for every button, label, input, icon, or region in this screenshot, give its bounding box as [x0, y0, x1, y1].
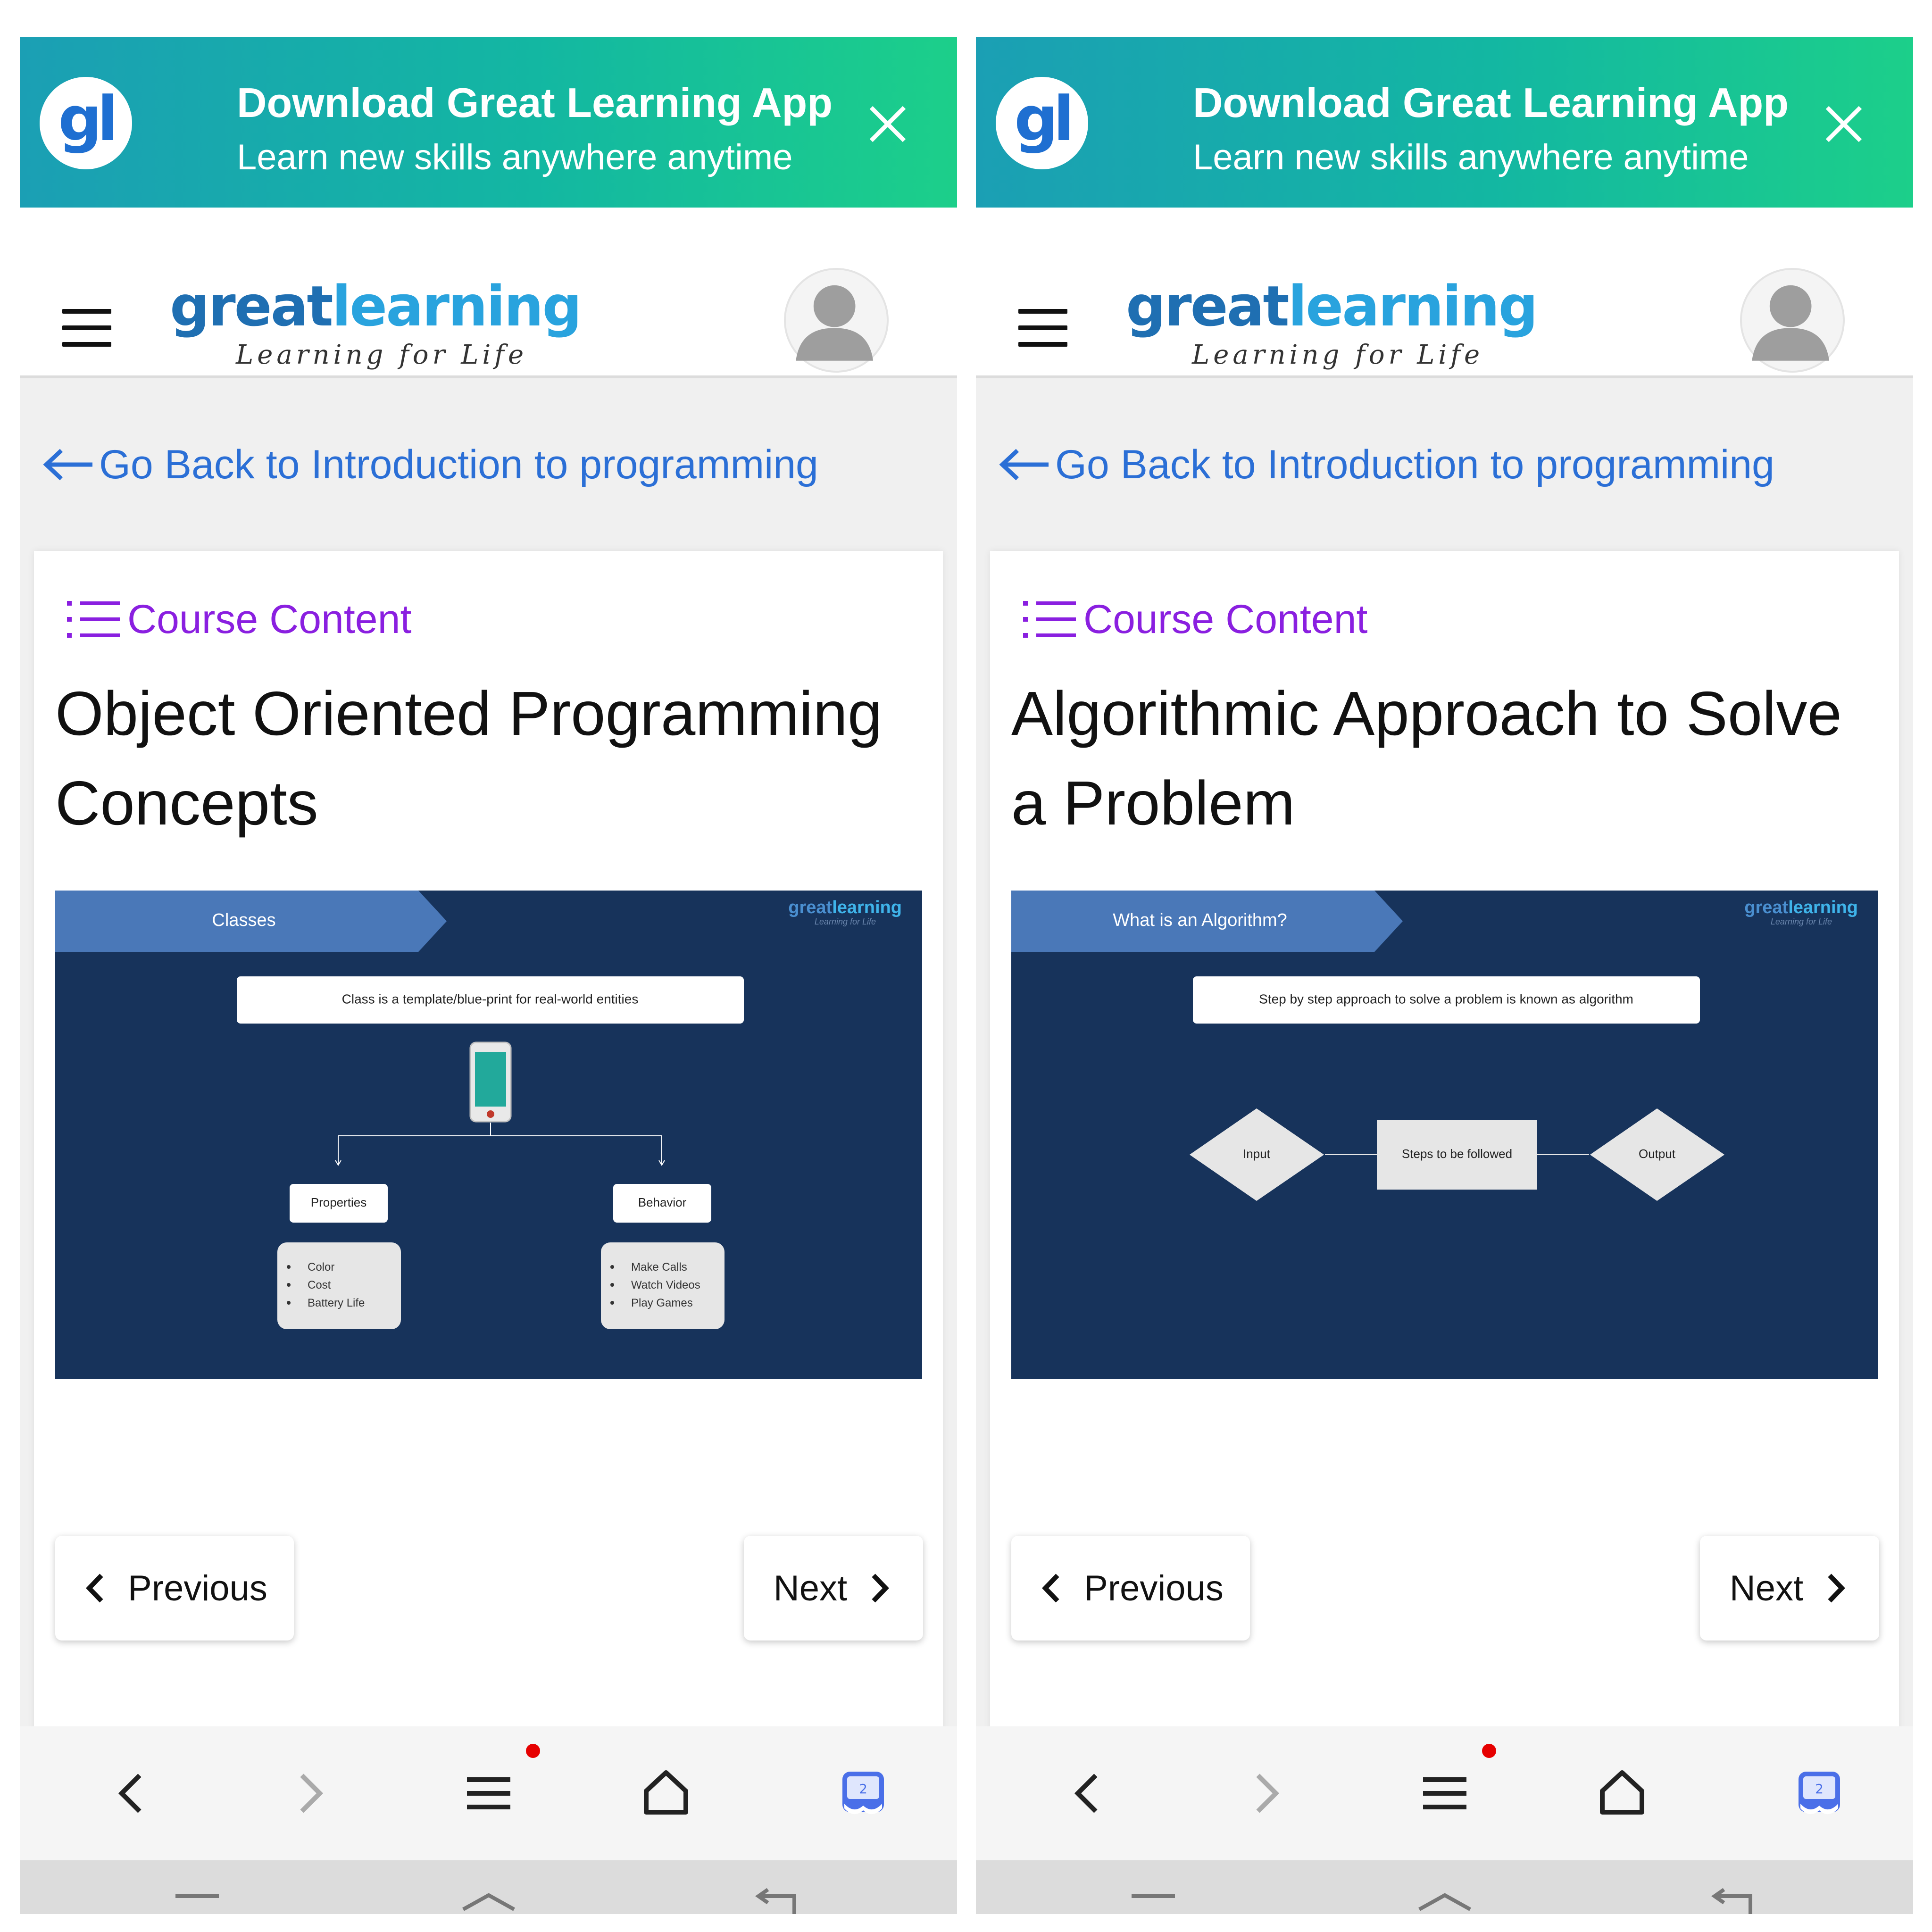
hamburger-menu-icon[interactable] — [62, 309, 111, 347]
browser-forward-icon[interactable] — [281, 1765, 338, 1822]
user-avatar[interactable] — [784, 268, 889, 373]
recent-apps-icon[interactable] — [169, 1879, 225, 1914]
app-download-banner[interactable]: gl Download Great Learning App Learn new… — [20, 37, 957, 208]
home-icon[interactable] — [638, 1765, 694, 1822]
slide-header: What is an Algorithm? — [1113, 910, 1287, 930]
slide-brand-tagline: Learning for Life — [1771, 917, 1832, 926]
logo-tagline: Learning for Life — [236, 340, 528, 370]
chevron-left-icon — [86, 1574, 103, 1603]
notification-dot — [526, 1744, 540, 1758]
site-header: greatlearning Learning for Life — [976, 208, 1913, 378]
chevron-right-icon — [1828, 1574, 1846, 1603]
list-item: Cost — [308, 1279, 331, 1291]
lesson-card: Course Content Algorithmic Approach to S… — [990, 551, 1899, 1914]
user-silhouette-icon — [796, 285, 874, 361]
browser-toolbar: 2 — [976, 1726, 1913, 1860]
slide-brand: greatlearning — [788, 898, 902, 917]
lesson-slide: What is an Algorithm? greatlearning Lear… — [1011, 891, 1878, 1379]
chevron-right-icon — [872, 1574, 890, 1603]
phone-screen-left: gl Download Great Learning App Learn new… — [20, 37, 957, 1914]
lesson-slide: Classes greatlearning Learning for Life … — [55, 891, 922, 1379]
slide-brand: greatlearning — [1744, 898, 1858, 917]
flow-steps-label: Steps to be followed — [1402, 1147, 1512, 1161]
definition-text: Class is a template/blue-print for real-… — [342, 991, 639, 1006]
home-gesture-icon[interactable] — [460, 1879, 517, 1914]
home-gesture-icon[interactable] — [1416, 1879, 1473, 1914]
behavior-label: Behavior — [638, 1195, 687, 1209]
tab-count: 2 — [1815, 1781, 1824, 1797]
flow-output-label: Output — [1639, 1147, 1676, 1161]
list-item: Battery Life — [308, 1297, 365, 1309]
banner-title: Download Great Learning App — [1193, 79, 1789, 126]
properties-list-box — [277, 1242, 401, 1329]
browser-menu-icon[interactable] — [460, 1765, 517, 1822]
banner-subtitle: Learn new skills anywhere anytime — [237, 137, 793, 177]
slide-brand-tagline: Learning for Life — [815, 917, 876, 926]
next-button[interactable]: Next — [1700, 1536, 1879, 1641]
browser-toolbar: 2 — [20, 1726, 957, 1860]
system-navigation-bar — [976, 1860, 1913, 1914]
user-avatar[interactable] — [1740, 268, 1845, 373]
back-gesture-icon[interactable] — [749, 1879, 806, 1914]
close-icon[interactable] — [1823, 103, 1865, 145]
tab-count: 2 — [859, 1781, 867, 1797]
close-icon[interactable] — [866, 103, 909, 145]
home-icon[interactable] — [1594, 1765, 1650, 1822]
previous-button[interactable]: Previous — [55, 1536, 294, 1641]
chevron-left-icon — [1042, 1574, 1059, 1603]
lesson-card: Course Content Object Oriented Programmi… — [34, 551, 943, 1914]
go-back-link[interactable]: Go Back to Introduction to programming — [999, 439, 1774, 491]
next-button[interactable]: Next — [744, 1536, 923, 1641]
list-icon — [1023, 601, 1076, 638]
app-download-banner[interactable]: gl Download Great Learning App Learn new… — [976, 37, 1913, 208]
arrow-left-icon — [43, 449, 92, 481]
properties-label: Properties — [311, 1195, 367, 1209]
browser-back-icon[interactable] — [104, 1765, 160, 1822]
flow-input-label: Input — [1243, 1147, 1271, 1161]
great-learning-logo[interactable]: greatlearning — [170, 278, 582, 334]
definition-text: Step by step approach to solve a problem… — [1259, 991, 1633, 1006]
back-gesture-icon[interactable] — [1705, 1879, 1762, 1914]
recent-apps-icon[interactable] — [1125, 1879, 1182, 1914]
list-item: Color — [308, 1261, 334, 1274]
system-navigation-bar — [20, 1860, 957, 1914]
browser-back-icon[interactable] — [1060, 1765, 1116, 1822]
list-icon — [67, 601, 120, 638]
banner-title: Download Great Learning App — [237, 79, 833, 126]
notification-dot — [1482, 1744, 1496, 1758]
great-learning-logo[interactable]: greatlearning — [1126, 278, 1538, 334]
logo-tagline: Learning for Life — [1192, 340, 1484, 370]
arrow-left-icon — [999, 449, 1049, 481]
list-item: Watch Videos — [631, 1279, 700, 1291]
previous-button[interactable]: Previous — [1011, 1536, 1250, 1641]
tabs-icon[interactable]: 2 — [1791, 1765, 1848, 1822]
list-item: Make Calls — [631, 1261, 687, 1274]
tree-connectors — [335, 1123, 665, 1166]
great-learning-app-logo: gl — [40, 77, 132, 169]
browser-forward-icon[interactable] — [1237, 1765, 1294, 1822]
hamburger-menu-icon[interactable] — [1018, 309, 1067, 347]
great-learning-app-logo: gl — [996, 77, 1088, 169]
browser-menu-icon[interactable] — [1416, 1765, 1473, 1822]
go-back-link[interactable]: Go Back to Introduction to programming — [42, 439, 818, 491]
tabs-icon[interactable]: 2 — [835, 1765, 891, 1822]
list-item: Play Games — [631, 1297, 693, 1309]
phone-icon — [469, 1041, 512, 1123]
banner-subtitle: Learn new skills anywhere anytime — [1193, 137, 1749, 177]
phone-screen-right: gl Download Great Learning App Learn new… — [976, 37, 1913, 1914]
lesson-title: Algorithmic Approach to Solve a Problem — [1011, 679, 1842, 838]
course-content-button[interactable]: Course Content — [66, 596, 411, 643]
site-header: greatlearning Learning for Life — [20, 208, 957, 378]
slide-header: Classes — [212, 910, 275, 930]
user-silhouette-icon — [1752, 285, 1830, 361]
lesson-title: Object Oriented Programming Concepts — [55, 679, 883, 838]
course-content-button[interactable]: Course Content — [1022, 596, 1367, 643]
